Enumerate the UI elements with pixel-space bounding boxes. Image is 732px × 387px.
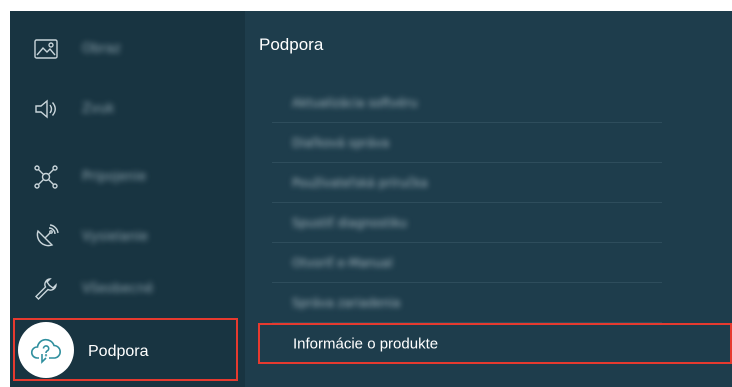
connection-icon: [32, 163, 60, 191]
focus-highlight-left: [13, 318, 238, 381]
menu-item-general[interactable]: Všeobecné: [10, 259, 245, 319]
menu-item-picture[interactable]: Obraz: [10, 19, 245, 79]
list-item[interactable]: Používateľská príručka: [272, 163, 662, 203]
menu-label: Všeobecné: [82, 281, 154, 297]
list-item-label: Správa zariadenia: [292, 295, 401, 310]
sound-icon: [32, 95, 60, 123]
list-item-label-product-info: Informácie o produkte: [293, 335, 439, 352]
menu-label: Vysielanie: [82, 229, 149, 245]
panel-title: Podpora: [259, 35, 324, 54]
menu-item-connection[interactable]: Pripojenie: [10, 147, 245, 207]
list-item[interactable]: Otvoriť e-Manual: [272, 243, 662, 283]
picture-icon: [32, 35, 60, 63]
menu-label: Zvuk: [82, 101, 115, 117]
list-item[interactable]: Diaľková správa: [272, 123, 662, 163]
list-item-label: Spustiť diagnostiku: [292, 215, 407, 230]
list-item-label: Aktualizácia softvéru: [292, 95, 418, 110]
menu-item-sound[interactable]: Zvuk: [10, 79, 245, 139]
list-item-label: Diaľková správa: [292, 135, 390, 150]
tv-settings-screen: Obraz Zvuk Pripojenie Vysielanie Všeobec…: [10, 11, 732, 387]
menu-label: Pripojenie: [82, 169, 147, 185]
list-item[interactable]: Aktualizácia softvéru: [272, 83, 662, 123]
wrench-icon: [32, 275, 60, 303]
list-item-product-info[interactable]: Informácie o produkte: [258, 323, 732, 364]
broadcast-icon: [32, 223, 60, 251]
menu-item-broadcast[interactable]: Vysielanie: [10, 207, 245, 267]
list-item[interactable]: Správa zariadenia: [272, 283, 662, 323]
list-item[interactable]: Spustiť diagnostiku: [272, 203, 662, 243]
list-item-label: Otvoriť e-Manual: [292, 255, 393, 270]
menu-label: Obraz: [82, 41, 121, 57]
list-item-label: Používateľská príručka: [292, 175, 428, 190]
